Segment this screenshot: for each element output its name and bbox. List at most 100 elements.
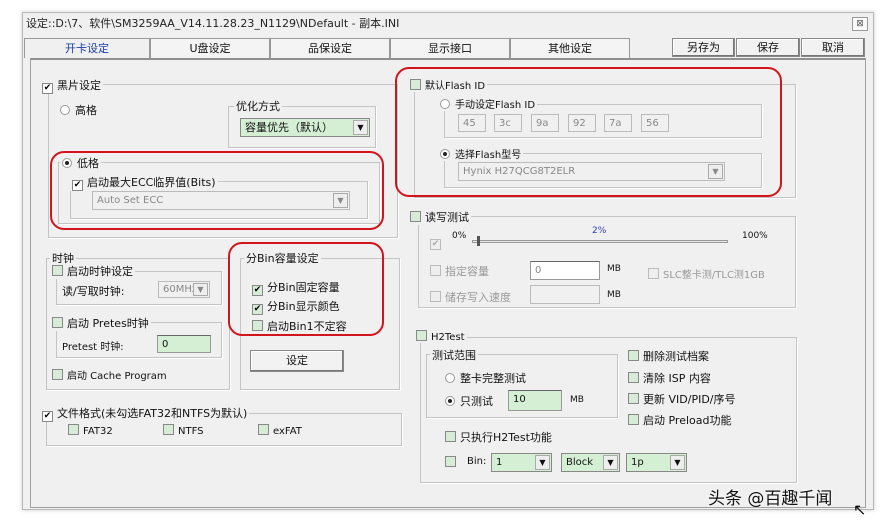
- fs-fat32-checkbox[interactable]: FAT32: [68, 424, 113, 437]
- rw-clock-value: 60MHz: [163, 284, 198, 295]
- close-icon[interactable]: ⊠: [852, 17, 868, 31]
- pretest-enable-checkbox[interactable]: 启动 Pretes时钟: [50, 315, 151, 331]
- full-test-label: 整卡完整测试: [460, 372, 526, 385]
- radio-icon: [445, 396, 455, 406]
- rw-test-checkbox[interactable]: 读写测试: [408, 209, 471, 225]
- checkbox-icon: [628, 414, 639, 425]
- capacity-checkbox[interactable]: 指定容量: [430, 263, 489, 279]
- fs-exfat-label: exFAT: [273, 426, 302, 437]
- mouse-cursor-icon: ↖: [853, 500, 867, 519]
- bin-set-button[interactable]: 设定: [250, 350, 344, 372]
- optimize-value: 容量优先（默认）: [245, 121, 333, 134]
- progress-checkbox[interactable]: ✔: [430, 235, 445, 250]
- chip-settings-checkbox[interactable]: ✔ 黑片设定: [40, 77, 103, 94]
- delete-test-files-label: 删除测试档案: [643, 350, 709, 363]
- h2test-only-label: 只执行H2Test功能: [460, 431, 552, 444]
- chevron-down-icon: ▼: [670, 455, 685, 470]
- partial-test-unit: MB: [570, 395, 584, 405]
- high-format-radio[interactable]: 高格: [60, 102, 97, 118]
- fs-checkbox[interactable]: ✔ 文件格式(未勾选FAT32和NTFS为默认): [40, 405, 250, 422]
- rw-clock-select[interactable]: 60MHz ▼: [158, 281, 210, 298]
- checkbox-icon: [410, 211, 421, 222]
- checkbox-icon: ✔: [42, 411, 53, 422]
- checkbox-icon: [628, 393, 639, 404]
- checkbox-icon: [648, 268, 659, 279]
- bin-filter-label: Bin:: [467, 456, 487, 467]
- write-speed-unit: MB: [607, 290, 621, 300]
- bin-unit-value: Block: [566, 457, 594, 468]
- partial-test-label: 只测试: [460, 395, 493, 408]
- fs-ntfs-label: NTFS: [178, 426, 204, 437]
- tab-other-settings[interactable]: 其他设定: [510, 38, 630, 58]
- write-speed-label: 储存写入速度: [445, 291, 511, 304]
- tab-card-settings[interactable]: 开卡设定: [24, 38, 150, 58]
- slc-label: SLC整卡测/TLC测1GB: [663, 270, 765, 281]
- update-vid-pid-label: 更新 VID/PID/序号: [643, 393, 736, 406]
- checkbox-icon: [628, 372, 639, 383]
- write-speed-checkbox[interactable]: 储存写入速度: [430, 289, 511, 305]
- highlight-bin: [228, 242, 384, 336]
- chevron-down-icon: ▼: [535, 455, 550, 470]
- slc-checkbox[interactable]: SLC整卡测/TLC测1GB: [648, 266, 765, 281]
- clear-isp-checkbox[interactable]: 清除 ISP 内容: [628, 370, 711, 386]
- checkbox-icon: [416, 330, 427, 341]
- h2test-label: H2Test: [431, 332, 465, 343]
- tab-qa-settings[interactable]: 品保设定: [270, 38, 390, 58]
- tab-udisk-settings[interactable]: U盘设定: [150, 38, 270, 58]
- fs-exfat-checkbox[interactable]: exFAT: [258, 424, 302, 437]
- fs-fat32-label: FAT32: [83, 426, 113, 437]
- checkbox-icon: [163, 424, 174, 435]
- delete-test-files-checkbox[interactable]: 删除测试档案: [628, 348, 709, 364]
- highlight-flash-id: [395, 67, 782, 197]
- bin-page-value: 1p: [631, 457, 644, 468]
- chevron-down-icon: ▼: [603, 455, 618, 470]
- fs-ntfs-checkbox[interactable]: NTFS: [163, 424, 204, 437]
- bin-filter-checkbox[interactable]: [445, 456, 460, 469]
- partial-test-input[interactable]: 10: [508, 390, 562, 411]
- capacity-input[interactable]: 0: [530, 261, 600, 280]
- progress-slider-track[interactable]: [472, 240, 728, 243]
- bin-number-value: 1: [496, 457, 503, 468]
- preload-label: 启动 Preload功能: [643, 414, 732, 427]
- checkbox-icon: [68, 424, 79, 435]
- progress-slider-thumb[interactable]: [477, 236, 481, 246]
- capacity-unit: MB: [607, 264, 621, 274]
- checkbox-icon: [430, 265, 441, 276]
- optimize-label: 优化方式: [234, 98, 282, 114]
- full-test-radio[interactable]: 整卡完整测试: [445, 370, 526, 386]
- checkbox-icon: ✔: [42, 83, 53, 94]
- preload-checkbox[interactable]: 启动 Preload功能: [628, 412, 732, 428]
- bin-number-select[interactable]: 1 ▼: [491, 453, 552, 472]
- clock-enable-checkbox[interactable]: 启动时钟设定: [50, 263, 135, 279]
- checkbox-icon: [628, 350, 639, 361]
- checkbox-icon: [430, 291, 441, 302]
- h2test-only-checkbox[interactable]: 只执行H2Test功能: [445, 429, 552, 445]
- bin-unit-select[interactable]: Block ▼: [561, 453, 620, 472]
- update-vid-pid-checkbox[interactable]: 更新 VID/PID/序号: [628, 391, 736, 407]
- pretest-clock-input[interactable]: 0: [157, 335, 211, 353]
- chevron-down-icon: ▼: [353, 120, 368, 135]
- progress-value-label: 2%: [592, 226, 607, 236]
- h2test-checkbox[interactable]: H2Test: [414, 330, 467, 343]
- save-as-button[interactable]: 另存为: [672, 38, 735, 57]
- watermark: 头条 @百趣千闻: [708, 489, 833, 509]
- write-speed-input[interactable]: [530, 285, 600, 304]
- checkbox-icon: [52, 265, 63, 276]
- progress-min-label: 0%: [452, 231, 467, 241]
- checkbox-icon: [52, 369, 63, 380]
- bin-page-select[interactable]: 1p ▼: [626, 453, 687, 472]
- save-button[interactable]: 保存: [736, 38, 800, 57]
- tab-display-interface[interactable]: 显示接口: [390, 38, 510, 58]
- pretest-clock-label: Pretest 时钟:: [62, 342, 124, 353]
- checkbox-icon: [52, 317, 63, 328]
- cache-program-checkbox[interactable]: 启动 Cache Program: [52, 367, 167, 382]
- cancel-button[interactable]: 取消: [801, 38, 865, 57]
- chip-settings-label: 黑片设定: [57, 79, 101, 92]
- partial-test-radio[interactable]: 只测试: [445, 393, 493, 409]
- rw-clock-label: 读/写取时钟:: [62, 285, 125, 298]
- checkbox-icon: [445, 456, 456, 467]
- cache-program-label: 启动 Cache Program: [67, 371, 167, 382]
- window-title: 设定::D:\7、软件\SM3259AA_V14.11.28.23_N1129\…: [26, 17, 400, 30]
- test-range-label: 测试范围: [430, 347, 478, 363]
- optimize-select[interactable]: 容量优先（默认） ▼: [240, 118, 370, 137]
